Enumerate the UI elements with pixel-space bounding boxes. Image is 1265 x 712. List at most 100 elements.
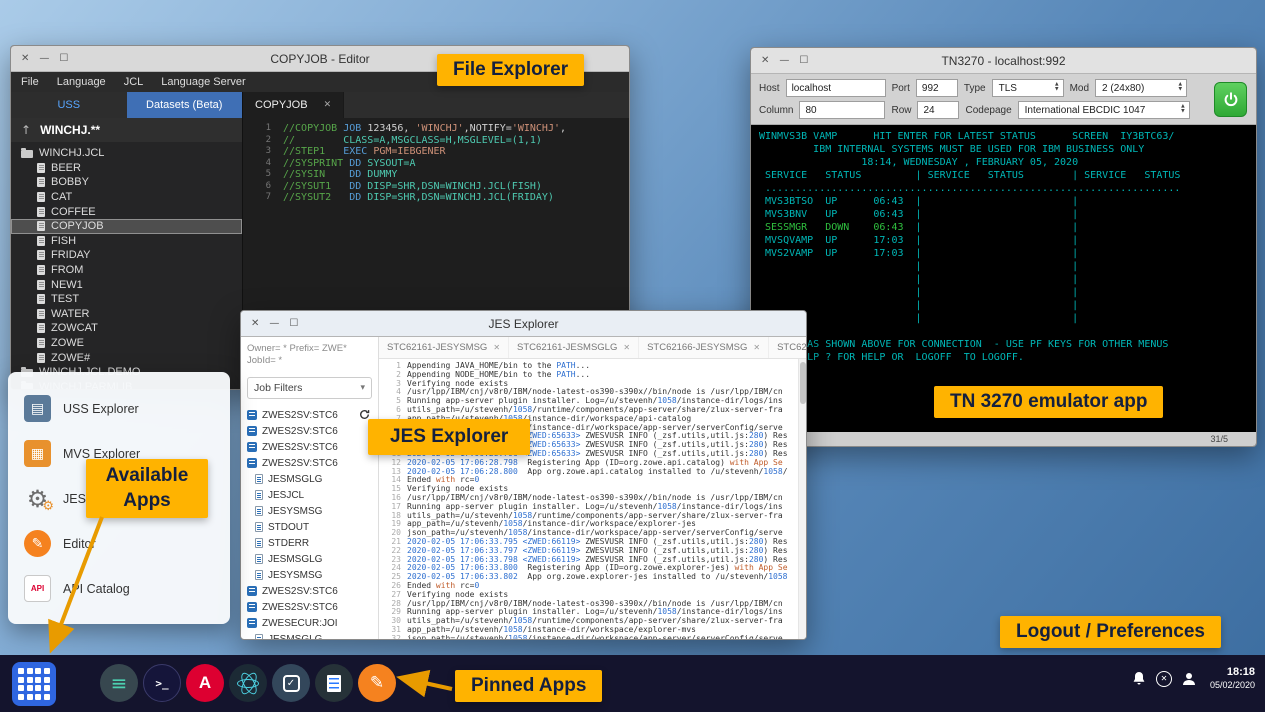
- close-icon[interactable]: ✕: [761, 56, 769, 66]
- app-menu-item-editor[interactable]: Editor: [24, 521, 230, 566]
- jes-job-row[interactable]: ZWESECUR:JOI: [247, 615, 372, 631]
- spool-tab[interactable]: STC62161-JESMSGLG: [509, 337, 639, 358]
- spool-tab[interactable]: STC62166-JESM: [769, 337, 806, 358]
- port-input[interactable]: 992: [916, 79, 958, 97]
- minimize-icon[interactable]: —: [39, 54, 49, 64]
- tree-item[interactable]: BOBBY: [11, 175, 242, 190]
- spool-tab[interactable]: STC62161-JESYSMSG: [379, 337, 509, 358]
- app-label: USS Explorer: [63, 402, 139, 416]
- line-number: 4: [243, 158, 271, 170]
- spool-log[interactable]: 1 Appending JAVA_HOME/bin to the PATH...…: [379, 359, 806, 639]
- scrollbar[interactable]: [798, 359, 806, 639]
- tree-item[interactable]: COPYJOB: [11, 219, 242, 234]
- dock-icon-mvs-explorer[interactable]: [272, 664, 310, 702]
- codepage-select[interactable]: International EBCDIC 1047: [1018, 101, 1190, 119]
- menu-item[interactable]: JCL: [124, 76, 144, 88]
- terminal-line: 18:14, WEDNESDAY , FEBRUARY 05, 2020: [759, 156, 1248, 169]
- close-icon[interactable]: ✕: [251, 319, 259, 329]
- dock-icon-api-catalog[interactable]: [186, 664, 224, 702]
- clock[interactable]: 18:18 05/02/2020: [1210, 666, 1255, 691]
- up-arrow-icon[interactable]: ↑: [21, 123, 31, 137]
- tree-item[interactable]: WINCHJ.JCL: [11, 146, 242, 161]
- tree-item[interactable]: ZOWCAT: [11, 321, 242, 336]
- jes-job-row[interactable]: JESYSMSG: [247, 567, 372, 583]
- app-glyph-icon: [283, 675, 300, 692]
- jes-job-row[interactable]: ZWES2SV:STC6: [247, 583, 372, 599]
- maximize-icon[interactable]: ☐: [289, 319, 298, 329]
- file-icon: [37, 294, 45, 304]
- scrollbar-thumb[interactable]: [800, 362, 806, 404]
- terminal-line: | |: [759, 260, 1248, 273]
- row-input[interactable]: 24: [917, 101, 959, 119]
- tree-item[interactable]: FISH: [11, 234, 242, 249]
- tree-item[interactable]: WATER: [11, 307, 242, 322]
- tree-item[interactable]: BEER: [11, 161, 242, 176]
- dock-icon-vt-terminal[interactable]: [143, 664, 181, 702]
- dock-icon-jes-explorer[interactable]: [229, 664, 267, 702]
- tree-item[interactable]: FRIDAY: [11, 248, 242, 263]
- jes-job-row[interactable]: ZWES2SV:STC6: [247, 423, 372, 439]
- menu-item[interactable]: Language: [57, 76, 106, 88]
- close-icon[interactable]: [753, 343, 760, 352]
- window-controls: ✕ — ☐: [11, 54, 78, 64]
- panel-tab[interactable]: Datasets (Beta): [127, 92, 243, 118]
- tree-item[interactable]: CAT: [11, 190, 242, 205]
- tree-item[interactable]: NEW1: [11, 277, 242, 292]
- close-icon[interactable]: ✕: [21, 54, 29, 64]
- code-text: //SYSUT2 DD DISP=SHR,DSN=WINCHJ.JCL(FRID…: [283, 192, 554, 204]
- dock-icon-uss-explorer[interactable]: [315, 664, 353, 702]
- spool-tab[interactable]: STC62166-JESYSMSG: [639, 337, 769, 358]
- jes-job-row[interactable]: ZWES2SV:STC6: [247, 599, 372, 615]
- tree-item[interactable]: TEST: [11, 292, 242, 307]
- jes-body: Owner= * Prefix= ZWE* JobId= * Job Filte…: [241, 337, 806, 639]
- app-menu-item-api-catalog[interactable]: API Catalog: [24, 566, 230, 611]
- jes-main-panel: STC62161-JESYSMSG STC62161-JESMSGLG STC6…: [379, 337, 806, 639]
- column-input[interactable]: 80: [799, 101, 885, 119]
- user-icon[interactable]: [1181, 671, 1197, 687]
- jobid-filter: JobId= *: [247, 355, 372, 367]
- connect-power-button[interactable]: [1214, 82, 1247, 117]
- jes-job-row[interactable]: STDERR: [247, 535, 372, 551]
- tree-item[interactable]: ZOWE: [11, 336, 242, 351]
- dock-icon-tn3270[interactable]: [100, 664, 138, 702]
- jes-job-row[interactable]: ZWES2SV:STC6: [247, 455, 372, 471]
- menu-item[interactable]: File: [21, 76, 39, 88]
- panel-tab[interactable]: USS: [11, 92, 127, 118]
- app-menu-item-uss-explorer[interactable]: USS Explorer: [24, 386, 230, 431]
- jes-job-row[interactable]: JESMSGLG: [247, 551, 372, 567]
- job-filters-label: Job Filters: [254, 382, 302, 394]
- maximize-icon[interactable]: ☐: [59, 54, 68, 64]
- tree-item-label: BEER: [51, 162, 81, 174]
- close-icon[interactable]: [623, 343, 630, 352]
- maximize-icon[interactable]: ☐: [799, 56, 808, 66]
- notifications-bell-icon[interactable]: [1131, 671, 1147, 687]
- minimize-icon[interactable]: —: [779, 56, 789, 66]
- jes-job-row[interactable]: JESMSGLG: [247, 631, 372, 639]
- jes-job-row[interactable]: JESMSGLG: [247, 471, 372, 487]
- menu-item[interactable]: Language Server: [161, 76, 245, 88]
- jes-job-row[interactable]: ZWES2SV:STC6: [247, 407, 372, 423]
- tree-item-label: ZOWCAT: [51, 322, 98, 334]
- mod-select[interactable]: 2 (24x80): [1095, 79, 1187, 97]
- minimize-icon[interactable]: —: [269, 319, 279, 329]
- file-icon: [37, 309, 45, 319]
- editor-tab-copyjob[interactable]: COPYJOB: [243, 92, 344, 118]
- jes-job-row[interactable]: JESYSMSG: [247, 503, 372, 519]
- type-select[interactable]: TLS: [992, 79, 1064, 97]
- file-icon: [37, 250, 45, 260]
- jes-job-row[interactable]: STDOUT: [247, 519, 372, 535]
- tree-item[interactable]: FROM: [11, 263, 242, 278]
- code-editor[interactable]: 1 //COPYJOB JOB 123456, 'WINCHJ',NOTIFY=…: [243, 118, 629, 204]
- jes-job-row[interactable]: JESJCL: [247, 487, 372, 503]
- jes-job-row[interactable]: ZWES2SV:STC6: [247, 439, 372, 455]
- tree-item[interactable]: COFFEE: [11, 204, 242, 219]
- dock-icon-editor[interactable]: [358, 664, 396, 702]
- start-menu-button[interactable]: [12, 662, 56, 706]
- host-input[interactable]: localhost: [786, 79, 886, 97]
- close-all-icon[interactable]: [1156, 671, 1172, 687]
- close-icon[interactable]: [493, 343, 500, 352]
- job-filters-dropdown[interactable]: Job Filters: [247, 377, 372, 399]
- tree-item[interactable]: ZOWE#: [11, 350, 242, 365]
- close-icon[interactable]: [324, 100, 332, 110]
- dataset-path-row[interactable]: ↑ WINCHJ.**: [11, 118, 242, 142]
